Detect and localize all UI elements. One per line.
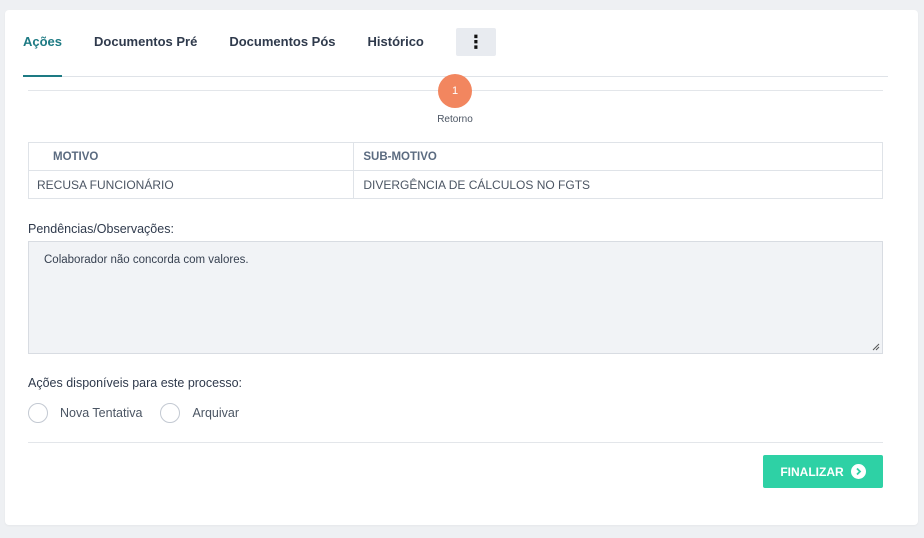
tab-documentos-pos[interactable]: Documentos Pós xyxy=(229,32,335,74)
observations-label: Pendências/Observações: xyxy=(28,222,174,236)
radio-arquivar[interactable] xyxy=(160,403,181,423)
step-indicator: 1 xyxy=(438,74,472,108)
observations-text: Colaborador não concorda com valores. xyxy=(44,254,249,266)
finalize-label: FINALIZAR xyxy=(780,464,844,479)
table-header-row: MOTIVO SUB-MOTIVO xyxy=(27,142,883,171)
more-tabs-button[interactable]: ⋮ xyxy=(455,28,496,56)
tab-historico[interactable]: Histórico xyxy=(368,32,424,74)
finalize-button[interactable]: FINALIZAR xyxy=(763,455,883,488)
cell-sub-motivo: DIVERGÊNCIA DE CÁLCULOS NO FGTS xyxy=(353,170,883,199)
radio-nova-tentativa[interactable] xyxy=(28,403,48,423)
cell-motivo: RECUSA FUNCIONÁRIO xyxy=(27,170,355,199)
actions-radio-group: Nova Tentativa Arquivar xyxy=(28,403,257,423)
radio-label-arquivar[interactable]: Arquivar xyxy=(192,406,239,420)
observations-textarea[interactable]: Colaborador não concorda com valores. xyxy=(28,241,883,354)
column-header-motivo: MOTIVO xyxy=(27,142,355,171)
step-label: Retorno xyxy=(437,114,473,125)
radio-label-nova-tentativa[interactable]: Nova Tentativa xyxy=(60,406,142,420)
actions-label: Ações disponíveis para este processo: xyxy=(28,376,243,390)
tab-bar: Ações Documentos Pré Documentos Pós Hist… xyxy=(23,28,888,77)
column-header-sub-motivo: SUB-MOTIVO xyxy=(353,142,883,171)
chevron-right-circle-icon xyxy=(850,464,866,479)
tab-documentos-pre[interactable]: Documentos Pré xyxy=(94,32,197,74)
vertical-ellipsis-icon: ⋮ xyxy=(466,32,485,52)
reason-table: MOTIVO SUB-MOTIVO RECUSA FUNCIONÁRIO DIV… xyxy=(27,142,883,199)
resize-handle-icon[interactable] xyxy=(872,343,880,351)
footer-divider xyxy=(28,442,883,443)
table-row: RECUSA FUNCIONÁRIO DIVERGÊNCIA DE CÁLCUL… xyxy=(27,170,883,199)
tab-acoes[interactable]: Ações xyxy=(23,32,63,77)
